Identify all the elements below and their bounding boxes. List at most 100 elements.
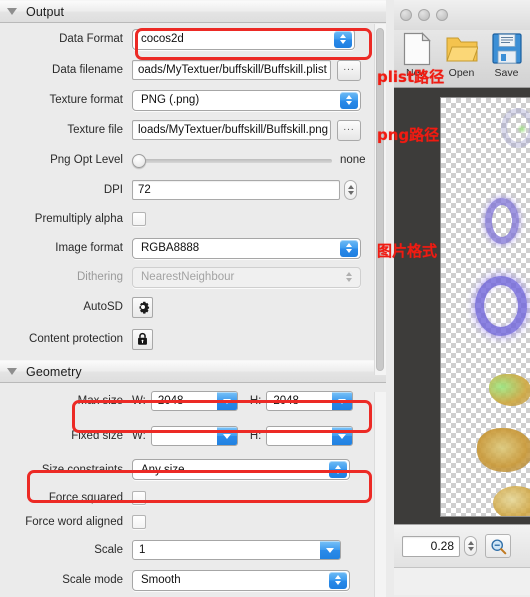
row-texture-format: Texture format PNG (.png): [0, 85, 386, 115]
row-data-format: Data Format cocos2d: [0, 23, 386, 55]
force-squared-checkbox[interactable]: [132, 490, 146, 505]
dithering-value: NearestNeighbour: [141, 271, 235, 283]
disclosure-triangle-icon[interactable]: [7, 8, 17, 15]
zoom-level-stepper[interactable]: [464, 536, 477, 556]
texture-preview-area[interactable]: [394, 88, 530, 524]
label-data-format: Data Format: [59, 33, 123, 45]
row-fixed-size: Fixed size W: H:: [0, 419, 386, 453]
disclosure-triangle-icon[interactable]: [7, 368, 17, 375]
toolbar-label-save: Save: [494, 67, 519, 79]
toolbar-button-open[interactable]: Open: [439, 32, 484, 79]
window-titlebar: [394, 0, 530, 30]
sprite-sheet-canvas[interactable]: [440, 97, 530, 517]
section-title-geometry: Geometry: [26, 364, 82, 379]
gear-icon: [139, 301, 149, 314]
label-image-format: Image format: [55, 242, 123, 254]
sprite-gold-burst-1: [489, 374, 530, 406]
zoom-fit-button[interactable]: [485, 534, 511, 558]
row-texture-file: Texture file loads/MyTextuer/buffskill/B…: [0, 115, 386, 145]
label-autosd: AutoSD: [83, 301, 123, 313]
row-dithering: Dithering NearestNeighbour: [0, 263, 386, 291]
section-title-output: Output: [26, 4, 65, 19]
fixed-size-height-select[interactable]: [266, 426, 354, 446]
chevron-updown-icon: [334, 30, 352, 48]
max-size-height-value: 2048: [273, 395, 299, 407]
annotation-image-format: 图片格式: [377, 242, 438, 260]
row-size-constraints: Size constraints Any size: [0, 453, 386, 486]
texture-format-select[interactable]: PNG (.png): [132, 89, 361, 111]
open-folder-icon: [445, 37, 478, 62]
max-size-width-value: 2048: [157, 395, 184, 407]
window-minimize-button[interactable]: [418, 9, 430, 21]
label-premultiply-alpha: Premultiply alpha: [34, 213, 123, 225]
magnifier-icon: [490, 538, 506, 554]
row-png-opt-level: Png Opt Level none: [0, 145, 386, 175]
size-constraints-select[interactable]: Any size: [132, 459, 350, 480]
scale-select[interactable]: 1: [132, 540, 341, 560]
dpi-stepper[interactable]: [344, 180, 357, 200]
chevron-down-icon: [216, 427, 237, 445]
row-force-squared: Force squared: [0, 486, 386, 509]
row-dpi: DPI 72: [0, 175, 386, 205]
label-dithering: Dithering: [76, 271, 123, 283]
data-format-select[interactable]: cocos2d: [132, 28, 355, 50]
scrollbar-track-lower[interactable]: [374, 392, 386, 597]
sprite-gold-burst-2: [477, 428, 530, 472]
png-opt-level-slider[interactable]: [132, 150, 332, 170]
floppy-disk-icon: [491, 33, 522, 64]
fixed-size-width-select[interactable]: [150, 426, 238, 446]
data-format-value: cocos2d: [141, 33, 184, 45]
label-scale: Scale: [94, 544, 123, 556]
chevron-down-icon: [216, 392, 237, 410]
row-scale: Scale 1: [0, 535, 386, 565]
settings-inspector-panel: Output Data Format cocos2d Data filename…: [0, 0, 386, 597]
label-max-size: Max size: [77, 395, 123, 407]
application-window: Output Data Format cocos2d Data filename…: [0, 0, 530, 597]
texture-format-value: PNG (.png): [141, 94, 200, 106]
scale-mode-value: Smooth: [141, 574, 181, 586]
scale-mode-select[interactable]: Smooth: [132, 569, 350, 591]
dpi-input[interactable]: 72: [132, 180, 340, 200]
lock-icon: [138, 332, 147, 345]
label-scale-mode: Scale mode: [62, 574, 123, 586]
max-size-h-label: H:: [249, 395, 262, 407]
window-zoom-button[interactable]: [436, 9, 448, 21]
png-opt-level-value: none: [340, 154, 366, 166]
row-data-filename: Data filename oads/MyTextuer/buffskill/B…: [0, 55, 386, 85]
content-protection-button[interactable]: [132, 328, 153, 350]
autosd-button[interactable]: [132, 296, 153, 318]
force-word-aligned-checkbox[interactable]: [132, 515, 146, 529]
max-size-width-select[interactable]: 2048: [150, 391, 238, 411]
chevron-updown-icon: [340, 269, 358, 286]
premultiply-alpha-checkbox[interactable]: [132, 212, 146, 226]
image-format-select[interactable]: RGBA8888: [132, 237, 361, 259]
slider-knob[interactable]: [132, 154, 146, 168]
sprite-ring-large: [475, 276, 527, 336]
row-premultiply-alpha: Premultiply alpha: [0, 205, 386, 233]
label-dpi: DPI: [103, 184, 123, 196]
preview-bottom-bar: 0.28: [394, 524, 530, 567]
dithering-select: NearestNeighbour: [132, 266, 361, 288]
chevron-updown-icon: [329, 461, 347, 478]
label-content-protection: Content protection: [29, 333, 123, 345]
annotation-plist-path: plist路径: [377, 68, 445, 86]
max-size-height-select[interactable]: 2048: [266, 391, 354, 411]
annotation-png-path: png路径: [377, 126, 440, 144]
scale-value: 1: [139, 544, 146, 556]
zoom-level-input[interactable]: 0.28: [402, 535, 460, 557]
section-header-geometry[interactable]: Geometry: [0, 360, 386, 383]
new-document-icon: [403, 32, 431, 66]
texture-file-browse-button[interactable]: ...: [337, 119, 361, 141]
data-filename-browse-button[interactable]: ...: [337, 59, 361, 81]
label-fixed-size: Fixed size: [71, 430, 123, 442]
toolbar-button-save[interactable]: Save: [484, 32, 529, 79]
window-close-button[interactable]: [400, 9, 412, 21]
section-header-output[interactable]: Output: [0, 0, 386, 23]
fixed-size-w-label: W:: [132, 430, 146, 442]
data-filename-input[interactable]: oads/MyTextuer/buffskill/Buffskill.plist: [132, 60, 331, 80]
chevron-down-icon: [320, 541, 340, 559]
row-content-protection: Content protection: [0, 323, 386, 355]
sprite-ring-small: [485, 198, 519, 244]
texture-file-input[interactable]: loads/MyTextuer/buffskill/Buffskill.png: [132, 120, 331, 140]
label-png-opt-level: Png Opt Level: [50, 154, 123, 166]
